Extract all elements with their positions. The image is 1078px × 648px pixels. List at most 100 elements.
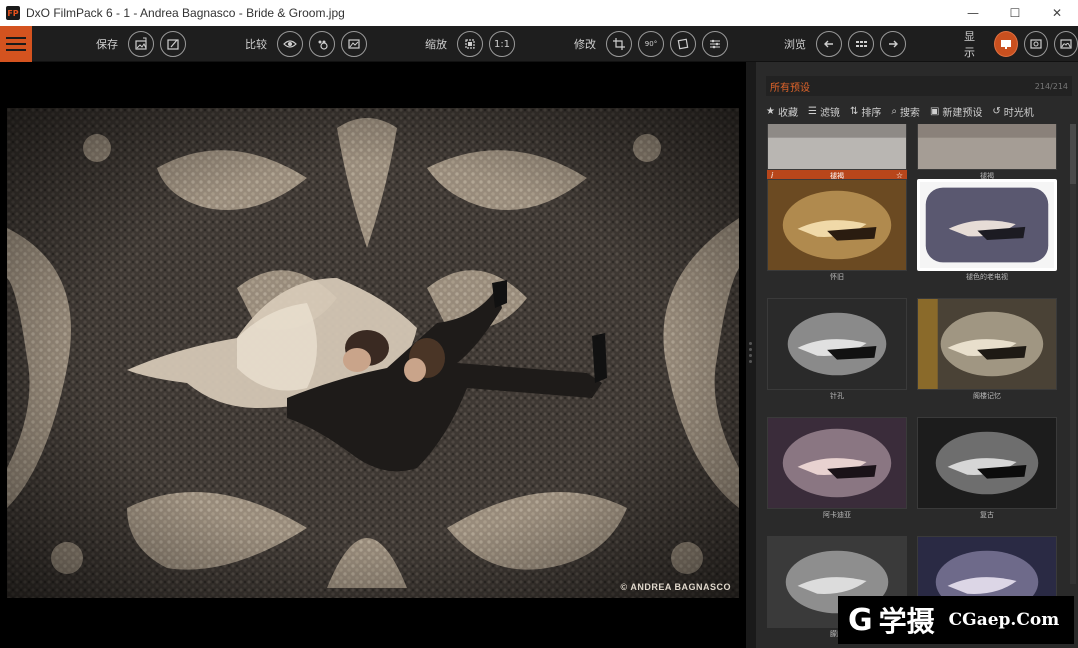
preset-label: 褪色的老电视: [966, 273, 1008, 281]
preset-tile[interactable]: 针孔: [767, 298, 907, 402]
browse-group: 浏览: [784, 26, 906, 62]
grid-view-button[interactable]: [848, 31, 874, 57]
display-group: 显示: [964, 26, 1078, 62]
save-label: 保存: [96, 38, 118, 51]
edit-group: 修改 90°: [574, 26, 728, 62]
window-controls: — ☐ ✕: [952, 0, 1078, 26]
new-preset-button[interactable]: ▣ 新建预设: [930, 104, 982, 119]
fit-to-screen-button[interactable]: [457, 31, 483, 57]
compare-eye-button[interactable]: [277, 31, 303, 57]
preset-thumbnail: [767, 124, 907, 170]
presets-count: 214/214: [1034, 81, 1068, 91]
search-button[interactable]: ⌕ 搜索: [891, 104, 920, 119]
next-image-button[interactable]: [880, 31, 906, 57]
crop-button[interactable]: [606, 31, 632, 57]
presets-title: 所有预设: [770, 82, 810, 94]
time-machine-button[interactable]: ↺ 时光机: [992, 104, 1033, 119]
presets-panel-button[interactable]: [994, 31, 1019, 57]
preset-tile[interactable]: 怀旧: [767, 179, 907, 283]
favorites-button[interactable]: ★ 收藏: [766, 104, 798, 119]
straighten-button[interactable]: [670, 31, 696, 57]
scrollbar-thumb[interactable]: [1070, 124, 1076, 184]
preset-label: 怀旧: [830, 273, 844, 281]
preset-tile[interactable]: 褪色的老电视: [917, 179, 1057, 283]
preset-label: 针孔: [830, 392, 844, 400]
sort-icon: ⇅: [849, 105, 859, 117]
filter-button[interactable]: ☰ 滤镜: [808, 104, 840, 119]
edit-export-icon: [167, 39, 179, 50]
browse-label: 浏览: [784, 38, 806, 51]
title-bar: FP DxO FilmPack 6 - 1 - Andrea Bagnasco …: [0, 0, 1078, 26]
loupe-icon: [1030, 39, 1042, 49]
rotate-90-text: 90°: [644, 40, 658, 48]
preset-tile[interactable]: i 褪褐 ☆: [767, 124, 907, 182]
presets-toolbar: ★ 收藏 ☰ 滤镜 ⇅ 排序 ⌕ 搜索 ▣ 新建预设 ↺ 时光机: [766, 103, 1072, 119]
rotate-90-button[interactable]: 90°: [638, 31, 664, 57]
new-preset-label: 新建预设: [942, 107, 983, 119]
compare-group: 比较: [245, 26, 367, 62]
split-compare-icon: [318, 40, 328, 50]
preset-tile[interactable]: 阿卡迪亚: [767, 417, 907, 521]
loupe-panel-button[interactable]: [1024, 31, 1049, 57]
preset-label: 复古: [980, 511, 994, 519]
history-icon: ↺: [992, 105, 1001, 117]
export-image-icon: [135, 37, 147, 50]
site-watermark: G 学摄 CGaep.Com: [838, 596, 1074, 644]
main-toolbar: 保存 比较 缩放 1:1 修改 90° 浏览 显示: [0, 26, 1078, 62]
display-label: 显示: [964, 30, 975, 59]
fit-screen-icon: [465, 39, 475, 49]
close-button[interactable]: ✕: [1036, 0, 1078, 26]
time-machine-label: 时光机: [1003, 107, 1034, 119]
watermark-site: CGaep.Com: [948, 610, 1060, 630]
preset-label: 阿卡迪亚: [823, 511, 851, 519]
sort-button[interactable]: ⇅ 排序: [850, 104, 881, 119]
adjustments-button[interactable]: [702, 31, 728, 57]
straighten-icon: [677, 38, 689, 50]
presets-scrollbar[interactable]: [1070, 124, 1076, 584]
preset-thumbnail: [917, 179, 1057, 271]
presets-header[interactable]: 所有预设 214/214: [766, 76, 1072, 96]
app-logo-icon: FP: [6, 6, 20, 20]
sort-label: 排序: [861, 107, 882, 119]
panel-resize-handle[interactable]: [746, 62, 756, 648]
preset-tile[interactable]: 褪褐: [917, 124, 1057, 182]
image-viewer[interactable]: © ANDREA BAGNASCO: [0, 62, 746, 648]
export-image-button[interactable]: [128, 31, 154, 57]
compare-side-by-side-button[interactable]: [341, 31, 367, 57]
presets-grid[interactable]: i 褪褐 ☆ 褪褐 怀旧 褪色的老电视 针孔 阁楼记忆 阿卡迪亚 复古 朦胧: [767, 124, 1067, 648]
sliders-icon: [710, 39, 720, 49]
menu-bar: [6, 43, 26, 45]
filter-label: 滤镜: [819, 107, 840, 119]
preset-label: 阁楼记忆: [973, 392, 1001, 400]
app-window: FP DxO FilmPack 6 - 1 - Andrea Bagnasco …: [0, 0, 1078, 648]
arrow-right-icon: [889, 40, 898, 48]
side-by-side-icon: [348, 39, 360, 49]
compare-split-button[interactable]: [309, 31, 335, 57]
maximize-button[interactable]: ☐: [994, 0, 1036, 26]
favorites-label: 收藏: [777, 107, 798, 119]
previous-image-button[interactable]: [816, 31, 842, 57]
preset-tile[interactable]: 复古: [917, 417, 1057, 521]
preset-thumbnail: [767, 417, 907, 509]
list-icon: ☰: [807, 105, 817, 117]
preset-thumbnail: [917, 124, 1057, 170]
grid-icon: [856, 41, 867, 47]
crop-icon: [613, 38, 625, 50]
hamburger-menu-button[interactable]: [0, 26, 32, 62]
minimize-button[interactable]: —: [952, 0, 994, 26]
compare-label: 比较: [245, 38, 267, 51]
preset-tile[interactable]: 阁楼记忆: [917, 298, 1057, 402]
watermark-name: 学摄: [878, 605, 935, 638]
zoom-label: 缩放: [425, 38, 447, 51]
grip-dots-icon: [749, 342, 752, 366]
eye-icon: [283, 40, 297, 48]
histogram-icon: [1060, 39, 1072, 49]
preset-thumbnail: [917, 417, 1057, 509]
zoom-ratio-text: 1:1: [493, 38, 511, 50]
histogram-panel-button[interactable]: [1054, 31, 1078, 57]
monitor-icon: [1001, 40, 1012, 49]
watermark-logo: G: [848, 602, 873, 638]
edit-export-button[interactable]: [160, 31, 186, 57]
zoom-100-button[interactable]: 1:1: [489, 31, 515, 57]
star-icon: ★: [766, 105, 775, 117]
